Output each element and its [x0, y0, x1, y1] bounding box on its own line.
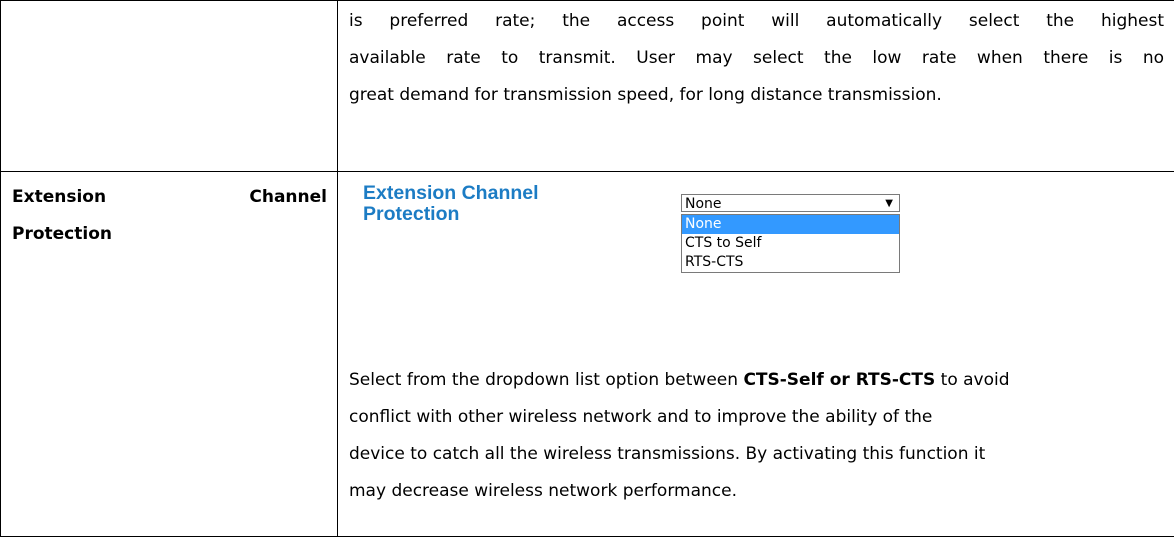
document-table: is preferred rate; the access point will…: [0, 0, 1174, 537]
dropdown-option-rts-cts[interactable]: RTS-CTS: [682, 253, 899, 272]
label-word-channel: Channel: [249, 187, 327, 207]
settings-screenshot: Extension Channel Protection None ▼ None…: [338, 172, 1174, 362]
desc-line-4: may decrease wireless network performanc…: [349, 481, 737, 501]
extension-channel-content-cell: Extension Channel Protection None ▼ None…: [337, 171, 1174, 537]
extension-channel-label-cell: Extension Channel Protection: [0, 171, 338, 537]
desc-suffix: to avoid: [935, 370, 1010, 390]
label-word-protection: Protection: [12, 224, 112, 244]
selected-value: None: [685, 196, 722, 212]
desc-line-3: device to catch all the wireless transmi…: [349, 444, 986, 464]
protection-description: Select from the dropdown list option bet…: [338, 362, 1174, 512]
desc-bold-options: CTS-Self or RTS-CTS: [743, 370, 936, 390]
screenshot-label-line-2: Protection: [363, 203, 460, 225]
protection-dropdown-list: None CTS to Self RTS-CTS: [681, 214, 900, 273]
empty-label-cell: [0, 0, 338, 172]
screenshot-label-line-1: Extension Channel: [363, 182, 539, 204]
desc-line-2: conflict with other wireless network and…: [349, 407, 933, 427]
dropdown-arrow-icon[interactable]: ▼: [885, 195, 893, 213]
rate-description-cell: is preferred rate; the access point will…: [337, 0, 1174, 172]
table-row: is preferred rate; the access point will…: [0, 0, 1174, 172]
rate-line-2: available rate to transmit. User may sel…: [349, 48, 1164, 68]
desc-prefix: Select from the dropdown list option bet…: [349, 370, 744, 390]
desc-line-1: Select from the dropdown list option bet…: [349, 362, 1164, 399]
table-row: Extension Channel Protection Extension C…: [0, 171, 1174, 537]
rate-line-1: is preferred rate; the access point will…: [349, 11, 1164, 31]
extension-channel-protection-label: Extension Channel Protection: [1, 172, 337, 253]
rate-line-3: great demand for transmission speed, for…: [349, 85, 942, 105]
dropdown-option-none[interactable]: None: [682, 215, 899, 234]
dropdown-option-cts-to-self[interactable]: CTS to Self: [682, 234, 899, 253]
screenshot-field-label: Extension Channel Protection: [363, 183, 539, 225]
label-word-extension: Extension: [12, 187, 107, 207]
rate-description: is preferred rate; the access point will…: [338, 1, 1174, 114]
protection-select[interactable]: None ▼: [681, 194, 900, 212]
